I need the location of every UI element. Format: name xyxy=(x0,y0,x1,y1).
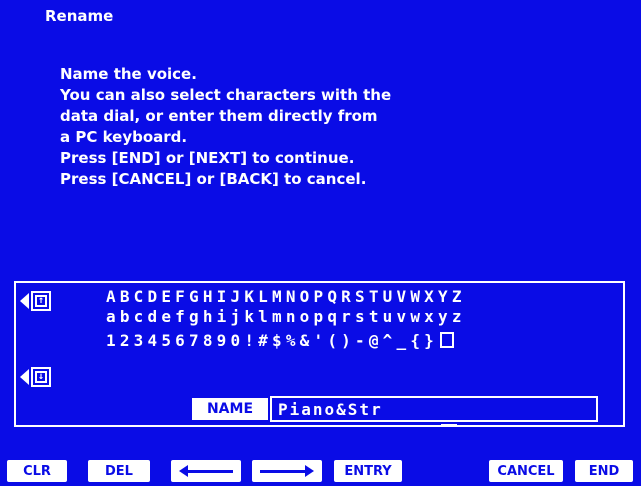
page-down-icon: ↓ xyxy=(31,367,51,387)
page-down-button[interactable]: ↓ xyxy=(20,364,54,390)
left-arrow-icon xyxy=(179,465,233,477)
char-row-lowercase[interactable]: abcdefghijklmnopqrstuvwxyz xyxy=(106,307,466,326)
clr-button[interactable]: CLR xyxy=(7,460,67,482)
triangle-left-icon xyxy=(20,293,29,309)
cancel-button[interactable]: CANCEL xyxy=(489,460,563,482)
name-label: NAME xyxy=(192,398,268,420)
instruction-line: Press [CANCEL] or [BACK] to cancel. xyxy=(60,170,367,188)
cursor-left-button[interactable] xyxy=(171,460,241,482)
char-row-symbols-text[interactable]: 1234567890!#$%&'()-@^_{} xyxy=(106,331,438,350)
char-row-uppercase[interactable]: ABCDEFGHIJKLMNOPQRSTUVWXYZ xyxy=(106,287,466,306)
instruction-line: data dial, or enter them directly from xyxy=(60,107,378,125)
end-button[interactable]: END xyxy=(575,460,633,482)
text-cursor xyxy=(441,424,457,426)
instructions: Name the voice. You can also select char… xyxy=(60,64,391,190)
right-arrow-icon xyxy=(260,465,314,477)
page-up-icon: ↑ xyxy=(31,291,51,311)
instruction-line: Press [END] or [NEXT] to continue. xyxy=(60,149,355,167)
triangle-left-icon xyxy=(20,369,29,385)
space-character-box[interactable] xyxy=(440,332,454,348)
entry-button[interactable]: ENTRY xyxy=(334,460,402,482)
instruction-line: a PC keyboard. xyxy=(60,128,188,146)
cursor-right-button[interactable] xyxy=(252,460,322,482)
instruction-line: You can also select characters with the xyxy=(60,86,392,104)
screen-title: Rename xyxy=(45,7,114,25)
name-input[interactable]: Piano&Str xyxy=(270,396,598,422)
char-row-symbols[interactable]: 1234567890!#$%&'()-@^_{} xyxy=(106,331,454,350)
page-up-button[interactable]: ↑ xyxy=(20,288,54,314)
del-button[interactable]: DEL xyxy=(88,460,150,482)
instruction-line: Name the voice. xyxy=(60,65,197,83)
